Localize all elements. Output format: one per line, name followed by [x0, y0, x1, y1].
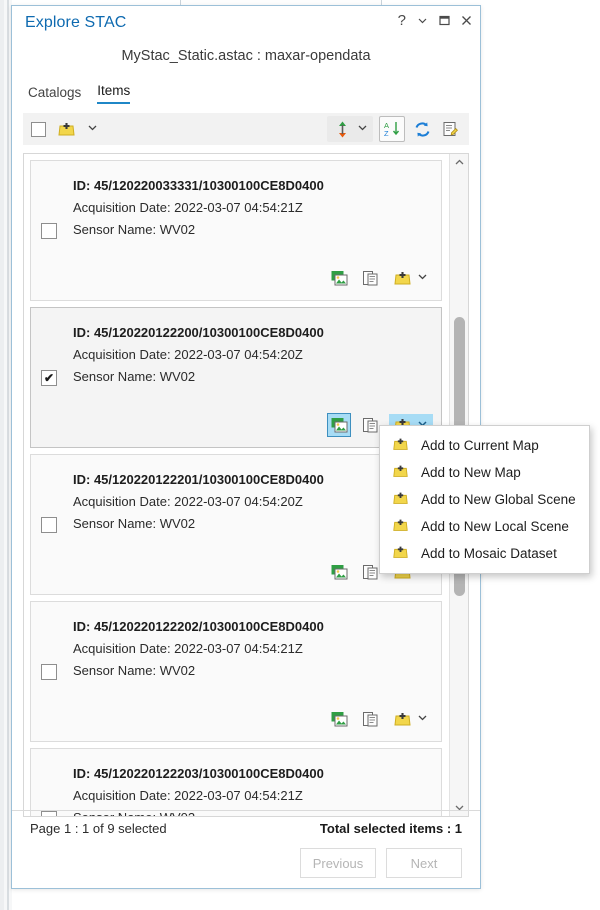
- window-controls: ?: [398, 13, 472, 28]
- item-id: ID: 45/120220122203/10300100CE8D0400: [73, 766, 429, 781]
- item-actions: [327, 707, 433, 731]
- svg-text:Z: Z: [384, 129, 389, 138]
- preview-image-icon[interactable]: [327, 266, 351, 290]
- footer-pagination: Previous Next: [12, 836, 480, 878]
- page-title: Explore STAC: [25, 14, 126, 32]
- page-status: Page 1 : 1 of 9 selected: [30, 821, 167, 836]
- item-checkbox[interactable]: ✔: [41, 370, 57, 386]
- preview-image-icon[interactable]: [327, 413, 351, 437]
- catalog-subtitle: MyStac_Static.astac : maxar-opendata: [12, 48, 480, 64]
- sort-direction-caret-icon[interactable]: [356, 122, 369, 136]
- item-body: ID: 45/120220122200/10300100CE8D0400 Acq…: [73, 325, 429, 384]
- item-id: ID: 45/120220122200/10300100CE8D0400: [73, 325, 429, 340]
- item-acquisition-date: Acquisition Date: 2022-03-07 04:54:20Z: [73, 347, 429, 362]
- footer-status-row: Page 1 : 1 of 9 selected Total selected …: [12, 811, 480, 836]
- item-sensor-name: Sensor Name: WV02: [73, 516, 429, 531]
- close-icon[interactable]: [461, 15, 472, 26]
- add-to-map-icon: [392, 436, 409, 456]
- item-sensor-name: Sensor Name: WV02: [73, 222, 429, 237]
- item-acquisition-date: Acquisition Date: 2022-03-07 04:54:21Z: [73, 788, 429, 803]
- preview-image-icon[interactable]: [327, 707, 351, 731]
- sort-direction-icon[interactable]: [331, 118, 353, 140]
- item-acquisition-date: Acquisition Date: 2022-03-07 04:54:20Z: [73, 494, 429, 509]
- add-to-map-button[interactable]: [389, 708, 433, 731]
- titlebar: Explore STAC ?: [12, 6, 480, 40]
- scroll-up-icon[interactable]: [450, 154, 468, 171]
- item-id: ID: 45/120220122201/10300100CE8D0400: [73, 472, 429, 487]
- add-to-map-icon: [392, 517, 409, 537]
- panel-footer: Page 1 : 1 of 9 selected Total selected …: [12, 810, 480, 888]
- checkmark-icon: ✔: [44, 372, 54, 384]
- items-toolbar: A Z: [23, 113, 469, 145]
- tab-items[interactable]: Items: [97, 83, 130, 104]
- item-id: ID: 45/120220033331/10300100CE8D0400: [73, 178, 429, 193]
- item-actions: [327, 266, 433, 290]
- list-item[interactable]: ID: 45/120220122202/10300100CE8D0400 Acq…: [30, 601, 442, 742]
- menu-item-label: Add to New Local Scene: [421, 519, 569, 534]
- menu-item-label: Add to New Global Scene: [421, 492, 576, 507]
- previous-button[interactable]: Previous: [300, 848, 376, 878]
- chevron-down-icon[interactable]: [417, 15, 428, 26]
- menu-item-label: Add to New Map: [421, 465, 521, 480]
- preview-image-icon[interactable]: [327, 560, 351, 584]
- list-item[interactable]: ID: 45/120220033331/10300100CE8D0400 Acq…: [30, 160, 442, 301]
- refresh-icon[interactable]: [411, 118, 433, 140]
- item-id: ID: 45/120220122202/10300100CE8D0400: [73, 619, 429, 634]
- item-checkbox[interactable]: [41, 223, 57, 239]
- menu-item-add-to-new-local-scene[interactable]: Add to New Local Scene: [380, 513, 589, 540]
- add-to-map-caret-icon[interactable]: [86, 122, 99, 136]
- add-to-map-caret-icon[interactable]: [416, 271, 429, 285]
- item-details-icon[interactable]: [358, 707, 382, 731]
- menu-item-add-to-mosaic-dataset[interactable]: Add to Mosaic Dataset: [380, 540, 589, 567]
- item-checkbox[interactable]: [41, 664, 57, 680]
- sort-direction-group[interactable]: [327, 116, 373, 142]
- item-body: ID: 45/120220122201/10300100CE8D0400 Acq…: [73, 472, 429, 531]
- item-details-icon[interactable]: [358, 266, 382, 290]
- toolbar-right-group: A Z: [327, 116, 461, 142]
- item-acquisition-date: Acquisition Date: 2022-03-07 04:54:21Z: [73, 641, 429, 656]
- add-to-map-menu[interactable]: Add to Current Map Add to New Map Add to…: [379, 425, 590, 574]
- add-to-map-icon: [392, 463, 409, 483]
- item-checkbox[interactable]: [41, 517, 57, 533]
- add-to-map-caret-icon[interactable]: [416, 712, 429, 726]
- tab-bar: Catalogs Items: [12, 78, 480, 104]
- add-to-map-icon[interactable]: [55, 118, 77, 140]
- list-item[interactable]: ID: 45/120220122203/10300100CE8D0400 Acq…: [30, 748, 442, 816]
- menu-item-add-to-new-map[interactable]: Add to New Map: [380, 459, 589, 486]
- app-background-divider: [7, 0, 9, 910]
- item-sensor-name: Sensor Name: WV02: [73, 369, 429, 384]
- menu-item-label: Add to Mosaic Dataset: [421, 546, 557, 561]
- toolbar-left-group: [31, 118, 99, 140]
- help-icon[interactable]: ?: [398, 13, 406, 28]
- total-selected-label: Total selected items : 1: [320, 821, 462, 836]
- item-sensor-name: Sensor Name: WV02: [73, 663, 429, 678]
- menu-item-add-to-current-map[interactable]: Add to Current Map: [380, 432, 589, 459]
- next-button[interactable]: Next: [386, 848, 462, 878]
- item-details-icon[interactable]: [439, 118, 461, 140]
- item-acquisition-date: Acquisition Date: 2022-03-07 04:54:21Z: [73, 200, 429, 215]
- item-body: ID: 45/120220033331/10300100CE8D0400 Acq…: [73, 178, 429, 237]
- item-body: ID: 45/120220122203/10300100CE8D0400 Acq…: [73, 766, 429, 816]
- tab-catalogs[interactable]: Catalogs: [28, 85, 81, 104]
- menu-item-label: Add to Current Map: [421, 438, 539, 453]
- add-to-map-icon: [392, 544, 409, 564]
- app-background-strip: [0, 0, 4, 910]
- menu-item-add-to-new-global-scene[interactable]: Add to New Global Scene: [380, 486, 589, 513]
- add-to-map-button[interactable]: [389, 267, 433, 290]
- sort-az-icon[interactable]: A Z: [379, 116, 405, 142]
- add-to-map-icon: [392, 490, 409, 510]
- select-all-checkbox[interactable]: [31, 122, 46, 137]
- item-body: ID: 45/120220122202/10300100CE8D0400 Acq…: [73, 619, 429, 678]
- maximize-icon[interactable]: [439, 15, 450, 26]
